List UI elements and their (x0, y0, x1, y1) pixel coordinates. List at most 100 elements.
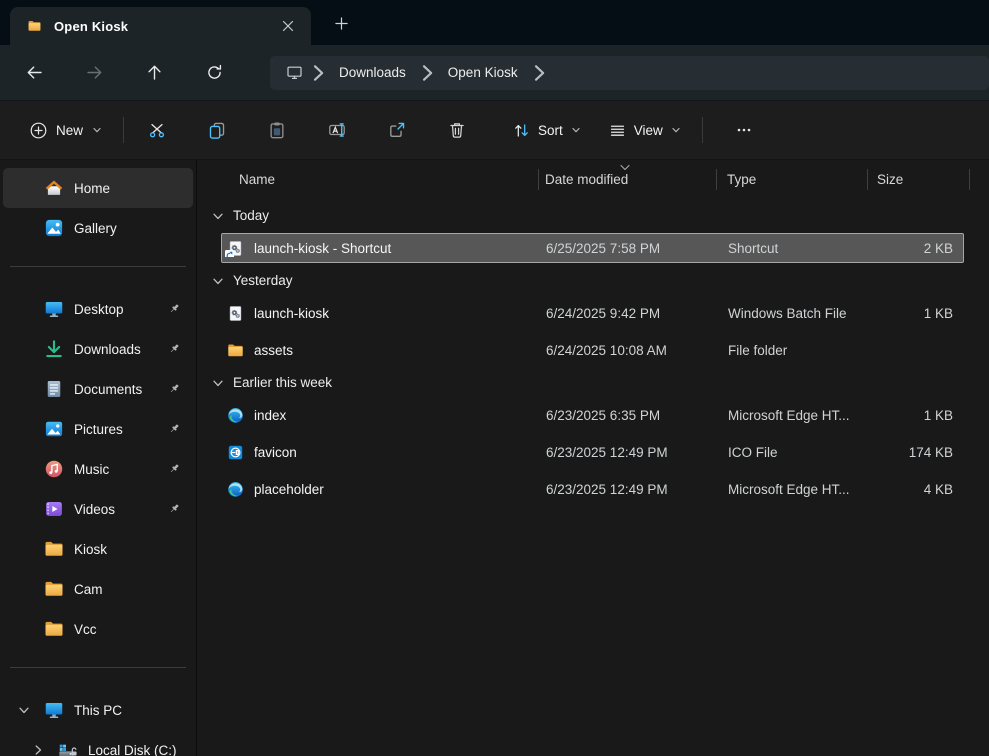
copy-button[interactable] (195, 111, 239, 149)
file-name: launch-kiosk (254, 306, 329, 321)
paste-button[interactable] (255, 111, 299, 149)
file-row-index[interactable]: index6/23/2025 6:35 PMMicrosoft Edge HT.… (221, 400, 964, 430)
new-button[interactable]: New (20, 114, 112, 147)
file-type: Windows Batch File (728, 306, 888, 321)
file-row-placeholder[interactable]: placeholder6/23/2025 12:49 PMMicrosoft E… (221, 474, 964, 504)
sidebar-item-documents[interactable]: Documents (3, 369, 193, 409)
sidebar-item-pictures[interactable]: Pictures (3, 409, 193, 449)
toolbar-separator (702, 117, 703, 143)
rename-button[interactable] (315, 111, 359, 149)
sort-icon (513, 122, 530, 139)
sidebar-item-music[interactable]: Music (3, 449, 193, 489)
group-header-earlier-this-week[interactable]: Earlier this week (197, 365, 989, 400)
sidebar-divider (10, 667, 186, 668)
pictures-icon (44, 419, 64, 439)
delete-icon (448, 121, 466, 139)
monitor-icon (286, 64, 303, 81)
file-date-modified: 6/23/2025 6:35 PM (546, 408, 660, 423)
videos-icon (44, 499, 64, 519)
chevron-down-icon[interactable] (18, 703, 44, 717)
back-button[interactable] (14, 55, 54, 91)
group-label: Earlier this week (233, 375, 332, 390)
breadcrumb-segment-open-kiosk[interactable]: Open Kiosk (439, 62, 527, 83)
sidebar-item-cam[interactable]: Cam (3, 569, 193, 609)
breadcrumb-segment-downloads[interactable]: Downloads (330, 62, 415, 83)
sidebar-item-gallery[interactable]: Gallery (3, 208, 193, 248)
forward-button[interactable] (74, 55, 114, 91)
column-header-name[interactable]: Name (239, 160, 275, 198)
folder-icon (44, 619, 64, 639)
sidebar-item-videos[interactable]: Videos (3, 489, 193, 529)
expander-spacer (18, 622, 44, 636)
view-button-label: View (634, 123, 663, 138)
share-button[interactable] (375, 111, 419, 149)
sidebar-item-label: Pictures (74, 422, 123, 437)
chevron-right-icon[interactable] (32, 743, 58, 756)
sidebar-item-desktop[interactable]: Desktop (3, 289, 193, 329)
file-row-favicon[interactable]: favicon6/23/2025 12:49 PMICO File174 KB (221, 437, 964, 467)
group-label: Today (233, 208, 269, 223)
downloads-icon (44, 339, 64, 359)
column-header-date-modified[interactable]: Date modified (545, 160, 628, 198)
column-headers: Name Date modified Type Size (197, 160, 989, 198)
file-row-assets[interactable]: assets6/24/2025 10:08 AMFile folder (221, 335, 964, 365)
sidebar-item-vcc[interactable]: Vcc (3, 609, 193, 649)
plus-icon (335, 17, 348, 30)
pin-icon (167, 422, 181, 436)
sidebar-item-label: Desktop (74, 302, 124, 317)
view-icon (609, 122, 626, 139)
sort-desc-indicator-icon (619, 163, 631, 172)
breadcrumb-root[interactable] (282, 62, 306, 84)
column-header-size[interactable]: Size (877, 160, 903, 198)
sidebar-item-home[interactable]: Home (3, 168, 193, 208)
sidebar-item-label: Home (74, 181, 110, 196)
navigation-bar: Downloads Open Kiosk (0, 45, 989, 100)
sidebar-item-this-pc[interactable]: This PC (3, 690, 193, 730)
group-header-yesterday[interactable]: Yesterday (197, 263, 989, 298)
cut-icon (148, 121, 166, 139)
explorer-tab[interactable]: Open Kiosk (10, 7, 311, 45)
rename-icon (328, 121, 346, 139)
view-button[interactable]: View (599, 114, 691, 147)
chevron-down-icon (212, 377, 224, 389)
delete-button[interactable] (435, 111, 479, 149)
close-icon (282, 20, 294, 32)
address-bar[interactable]: Downloads Open Kiosk (270, 56, 989, 90)
expander-spacer (18, 181, 44, 195)
sidebar-item-label: Kiosk (74, 542, 107, 557)
expander-spacer (18, 582, 44, 596)
new-button-label: New (56, 123, 83, 138)
tab-label: Open Kiosk (54, 19, 128, 34)
cut-button[interactable] (135, 111, 179, 149)
new-tab-button[interactable] (326, 9, 356, 37)
this-pc-icon (44, 700, 64, 720)
pin-icon (167, 462, 181, 476)
up-arrow-icon (146, 64, 163, 81)
refresh-button[interactable] (194, 55, 234, 91)
column-header-label: Name (239, 172, 275, 187)
file-name-cell: placeholder (222, 481, 542, 498)
see-more-button[interactable] (724, 112, 764, 148)
sidebar-item-local-disk-c[interactable]: Local Disk (C:) (3, 730, 193, 756)
sidebar-item-downloads[interactable]: Downloads (3, 329, 193, 369)
sort-button[interactable]: Sort (503, 114, 591, 147)
up-button[interactable] (134, 55, 174, 91)
documents-icon (44, 379, 64, 399)
column-header-label: Size (877, 172, 903, 187)
sidebar-item-kiosk[interactable]: Kiosk (3, 529, 193, 569)
expander-spacer (18, 542, 44, 556)
file-row-launch-kiosk[interactable]: launch-kiosk6/24/2025 9:42 PMWindows Bat… (221, 298, 964, 328)
file-date-modified: 6/24/2025 10:08 AM (546, 343, 667, 358)
column-separator (538, 169, 539, 190)
sidebar-item-label: This PC (74, 703, 122, 718)
column-header-type[interactable]: Type (727, 160, 756, 198)
folder-icon (44, 579, 64, 599)
file-row-launch-kiosk-shortcut[interactable]: launch-kiosk - Shortcut6/25/2025 7:58 PM… (221, 233, 964, 263)
file-size: 4 KB (924, 482, 953, 497)
tab-close-button[interactable] (275, 13, 301, 39)
group-header-today[interactable]: Today (197, 198, 989, 233)
chevron-down-icon (212, 275, 224, 287)
column-separator (716, 169, 717, 190)
column-header-label: Date modified (545, 172, 628, 187)
file-explorer-window: Open Kiosk Downloads Open Kiosk New (0, 0, 989, 756)
